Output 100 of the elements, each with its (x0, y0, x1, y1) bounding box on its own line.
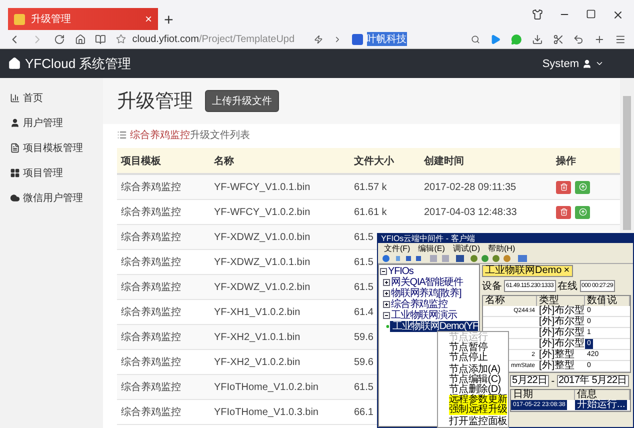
file-icon (10, 142, 20, 152)
trash-icon (560, 183, 568, 191)
download-icon[interactable] (532, 34, 543, 44)
table-cell-text: YFIoTHome_V1.0.2.bin (213, 382, 318, 392)
sidebar-item[interactable]: 项目管理 (23, 166, 63, 180)
tree-node[interactable]: YFIOs (388, 266, 414, 277)
table-cell-text: 66.1 (353, 406, 374, 418)
shirt-icon[interactable] (532, 9, 543, 20)
table-cell-text: YF-XDWZ_V1.0.0.bin (213, 232, 310, 242)
menu-icon[interactable] (615, 34, 626, 44)
user-name[interactable]: System (542, 58, 579, 70)
search-icon[interactable] (470, 34, 480, 44)
user-icon (582, 58, 592, 68)
grid-icon (10, 168, 20, 178)
expand-icon[interactable] (383, 279, 390, 286)
grid-cell-text: [外]布尔型 (538, 328, 586, 338)
address-field[interactable]: cloud.yfiot.com/Project/TemplateUpd (132, 34, 295, 44)
menu-item[interactable]: 文件(F) (384, 242, 410, 254)
grid-cell-text: [外]布尔型 (538, 306, 586, 316)
date-from-field[interactable]: 5月22日 (510, 375, 550, 387)
scrollbar-thumb[interactable] (623, 96, 631, 230)
browser-tab[interactable]: 升级管理 × (8, 8, 158, 30)
undo-icon[interactable] (573, 34, 584, 44)
node-status-icon (386, 323, 390, 330)
list-icon (117, 130, 127, 140)
document-tab[interactable]: 工业物联网Demo × (482, 265, 573, 277)
table-cell-text: 综合养鸡监控 (120, 406, 181, 419)
table-cell-text: 综合养鸡监控 (120, 180, 181, 194)
search-field[interactable]: 叶帆科技 (366, 32, 407, 46)
column-header: 创建时间 (422, 154, 465, 168)
reload-icon[interactable] (54, 34, 65, 44)
upload-button[interactable]: 上传升级文件 (205, 90, 279, 112)
column-header: 操作 (554, 154, 577, 168)
upgrade-button[interactable] (575, 180, 590, 194)
arrow-up-icon (578, 208, 586, 216)
table-cell-text: 综合养鸡监控 (120, 280, 181, 294)
table-cell-text: YF-XDWZ_V1.0.1.bin (213, 256, 310, 268)
book-icon[interactable] (95, 34, 106, 44)
tab-close-button[interactable]: × (144, 12, 152, 26)
list-caption: 综合养鸡监控升级文件列表 (130, 128, 250, 142)
collapse-icon[interactable] (380, 268, 387, 275)
tree-node[interactable]: 网关QIA智能硬件 (391, 277, 463, 288)
tree-node[interactable]: 综合养鸡监控 (391, 299, 448, 310)
context-menu-item[interactable]: 节点添加(A) (449, 365, 500, 375)
search-engine-icon[interactable] (352, 34, 363, 44)
expand-icon[interactable] (383, 290, 390, 297)
delete-button[interactable] (556, 180, 571, 194)
table-cell-text: YF-XH1_V1.0.2.bin (213, 306, 300, 318)
site-icon (14, 14, 25, 24)
collapse-icon[interactable] (383, 312, 390, 319)
cloud-icon (10, 192, 20, 202)
upgrade-button[interactable] (575, 206, 590, 218)
tree-node[interactable]: 工业物联网Demo(YF (390, 321, 478, 332)
sidebar-item[interactable]: 微信用户管理 (23, 190, 83, 204)
lightning-icon[interactable] (314, 34, 323, 44)
menu-item[interactable]: 帮助(H) (488, 242, 516, 254)
delete-button[interactable] (556, 206, 571, 218)
context-menu-item[interactable]: 远程参数更新 (449, 395, 508, 405)
table-cell-text: YF-XDWZ_V1.0.2.bin (213, 282, 310, 292)
new-tab-button[interactable]: + (164, 12, 174, 30)
table-cell-text: YF-WFCY_V1.0.1.bin (213, 182, 310, 192)
expand-icon[interactable] (383, 301, 390, 308)
context-menu-item[interactable]: 节点编辑(C) (449, 375, 501, 385)
date-to-field[interactable]: 2017年 5月22日 (556, 375, 629, 387)
tab-title: 升级管理 (31, 12, 72, 26)
sidebar-item[interactable]: 用户管理 (23, 116, 63, 130)
table-cell-text: 综合养鸡监控 (120, 380, 181, 394)
table-cell-text: 2017-04-03 12:48:33 (423, 206, 517, 218)
sidebar-item[interactable]: 项目模板管理 (23, 140, 83, 154)
menu-item[interactable]: 编辑(E) (418, 242, 445, 254)
table-cell-text: 61.61 k (353, 206, 387, 218)
column-header: 说 (605, 296, 630, 306)
arrow-up-icon (578, 183, 586, 191)
table-cell-text: 61.5 (353, 282, 374, 292)
tree-node[interactable]: 物联网养鸡[散养] (391, 288, 462, 299)
table-cell-text: 61.57 k (353, 182, 387, 192)
tree-node[interactable]: 工业物联网演示 (391, 310, 457, 321)
context-menu-item[interactable]: 强制远程升级 (449, 405, 508, 415)
table-cell-text: 综合养鸡监控 (120, 230, 181, 244)
table-cell-text: 综合养鸡监控 (120, 330, 181, 344)
context-menu-item[interactable]: 节点暂停 (449, 343, 488, 353)
context-menu-item[interactable]: 节点停止 (449, 353, 488, 363)
sidebar-item[interactable]: 首页 (23, 90, 43, 104)
maximize-icon[interactable] (586, 9, 596, 19)
scissors-icon[interactable] (552, 34, 564, 44)
context-menu-item[interactable]: 节点删除(D) (449, 385, 501, 395)
caret-icon[interactable] (595, 59, 604, 68)
brand-title[interactable]: YFCloud 系统管理 (25, 54, 132, 72)
play-icon[interactable] (490, 34, 501, 44)
table-cell-text: 61.5 (353, 256, 374, 268)
plus-icon[interactable] (594, 34, 606, 44)
menu-item[interactable]: 调试(D) (452, 242, 480, 254)
table-cell-text: 61.5 (353, 382, 374, 392)
star-icon[interactable] (116, 34, 126, 44)
context-menu-item[interactable]: 打开监控面板 (449, 417, 508, 427)
close-icon[interactable] (612, 9, 624, 21)
home-icon[interactable] (74, 34, 86, 44)
online-label: 在线 (558, 280, 578, 293)
column-header: 类型 (537, 296, 585, 306)
column-header: 文件大小 (353, 154, 395, 168)
